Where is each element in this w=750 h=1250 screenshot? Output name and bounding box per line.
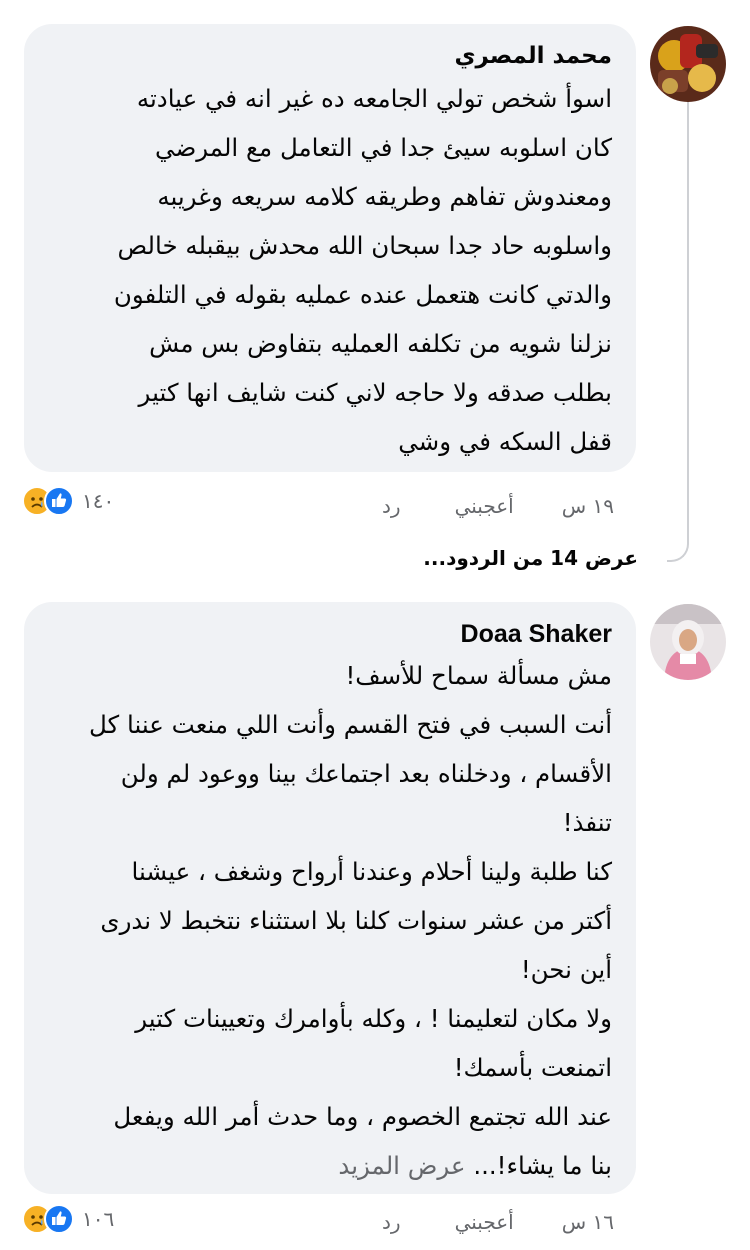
like-reaction-icon <box>44 1204 74 1234</box>
comment-line: قفل السكه في وشي <box>398 427 612 456</box>
comment-line: ولا مكان لتعليمنا ! ، وكله بأوامرك وتعيي… <box>135 1004 612 1033</box>
comment-line: الأقسام ، ودخلناه بعد اجتماعك بينا ووعود… <box>120 759 612 788</box>
comment-line: والدتي كانت هتعمل عنده عمليه بقوله في ال… <box>113 280 612 309</box>
reaction-count: ١٠٦ <box>82 1207 115 1231</box>
comment-line: واسلوبه حاد جدا سبحان الله محدش بيقبله خ… <box>117 231 613 260</box>
comment-line: أكتر من عشر سنوات كلنا بلا استثناء نتخبط… <box>100 906 612 935</box>
comment-line: بطلب صدقه ولا حاجه لاني كنت شايف انها كت… <box>138 378 612 407</box>
comment-bubble: Doaa Shaker مش مسألة سماح للأسف! أنت الس… <box>24 602 636 1194</box>
like-button[interactable]: أعجبني <box>455 1210 514 1234</box>
avatar[interactable] <box>650 604 726 680</box>
comment-line: اتمنعت بأسمك! <box>453 1053 612 1082</box>
comment-actions: ١٦ س أعجبني رد <box>382 1210 614 1234</box>
comment-author[interactable]: محمد المصري <box>42 40 612 72</box>
thread-line-curve <box>667 540 689 562</box>
like-reaction-icon <box>44 486 74 516</box>
avatar[interactable] <box>650 26 726 102</box>
truncated-text: بنا ما يشاء!... <box>473 1151 612 1180</box>
reply-button[interactable]: رد <box>382 494 401 518</box>
comment-bubble: محمد المصري اسوأ شخص تولي الجامعه ده غير… <box>24 24 636 472</box>
comment-line: اسوأ شخص تولي الجامعه ده غير انه في عياد… <box>136 84 612 113</box>
comment-line: أنت السبب في فتح القسم وأنت اللي منعت عن… <box>88 710 612 739</box>
comment-time[interactable]: ١٩ س <box>562 494 614 518</box>
comment-line: مش مسألة سماح للأسف! <box>345 661 612 690</box>
comment-line-last: بنا ما يشاء!... عرض المزيد <box>42 1141 612 1190</box>
comment-line: عند الله تجتمع الخصوم ، وما حدث أمر الله… <box>113 1102 612 1131</box>
reply-button[interactable]: رد <box>382 1210 401 1234</box>
like-button[interactable]: أعجبني <box>455 494 514 518</box>
comment-author[interactable]: Doaa Shaker <box>42 618 612 650</box>
comment-line: كان اسلوبه سيئ جدا في التعامل مع المرضي <box>155 133 612 162</box>
comment-text: اسوأ شخص تولي الجامعه ده غير انه في عياد… <box>42 74 612 466</box>
comment-line: نزلنا شويه من تكلفه العمليه بتفاوض بس مش <box>149 329 612 358</box>
reaction-count: ١٤٠ <box>82 489 115 513</box>
comment-time[interactable]: ١٦ س <box>562 1210 614 1234</box>
reaction-summary[interactable]: ١٠٦ <box>22 1204 114 1234</box>
reaction-summary[interactable]: ١٤٠ <box>22 486 114 516</box>
comment-line: كنا طلبة ولينا أحلام وعندنا أرواح وشغف ،… <box>131 857 612 886</box>
see-more-link[interactable]: عرض المزيد <box>338 1151 465 1180</box>
comment-text: مش مسألة سماح للأسف! أنت السبب في فتح ال… <box>42 651 612 1190</box>
comment-line: تنفذ! <box>562 808 612 837</box>
view-replies-link[interactable]: عرض 14 من الردود... <box>423 546 638 570</box>
avatar-image <box>650 26 726 102</box>
comment-line: ومعندوش تفاهم وطريقه كلامه سريعه وغريبه <box>157 182 612 211</box>
comment-line: أين نحن! <box>520 955 612 984</box>
avatar-image <box>650 604 726 680</box>
thread-line <box>687 100 689 542</box>
comment-actions: ١٩ س أعجبني رد <box>382 494 614 518</box>
